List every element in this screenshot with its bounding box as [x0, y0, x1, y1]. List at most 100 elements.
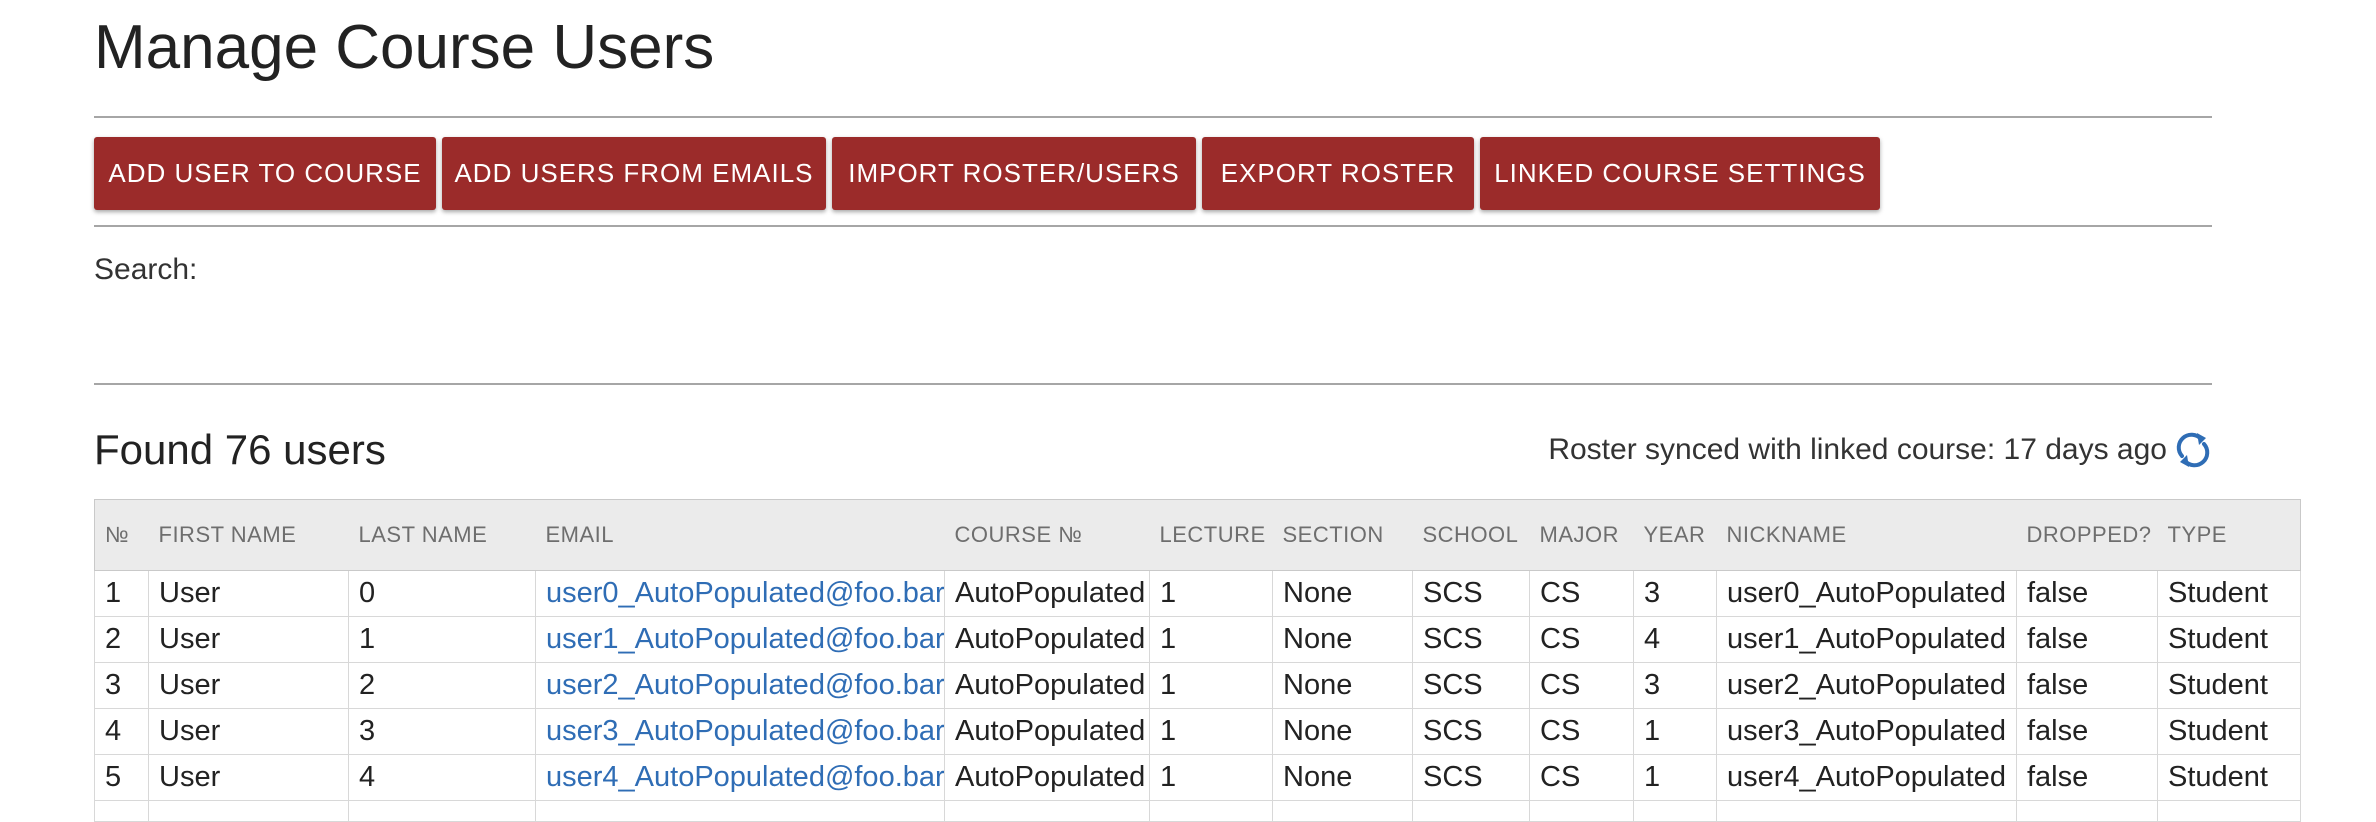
cell-section: None — [1272, 754, 1413, 801]
cell-email: user2_AutoPopulated@foo.bar — [535, 662, 945, 709]
cell-type: Student — [2157, 570, 2301, 617]
cell-course-number: AutoPopulated — [944, 570, 1150, 617]
table-row: 5 User 4 user4_AutoPopulated@foo.bar Aut… — [94, 754, 2301, 801]
column-header-section[interactable]: SECTION — [1272, 499, 1413, 571]
cell-lecture: 1 — [1149, 708, 1273, 755]
column-header-school[interactable]: SCHOOL — [1412, 499, 1530, 571]
column-header-major[interactable]: MAJOR — [1529, 499, 1634, 571]
cell-school: SCS — [1412, 754, 1530, 801]
cell-school: SCS — [1412, 616, 1530, 663]
cell-empty — [148, 800, 349, 822]
cell-major: CS — [1529, 754, 1634, 801]
cell-empty — [1272, 800, 1413, 822]
column-header-dropped[interactable]: DROPPED? — [2016, 499, 2158, 571]
add-user-to-course-button[interactable]: ADD USER TO COURSE — [94, 137, 436, 210]
cell-dropped: false — [2016, 616, 2158, 663]
column-header-type[interactable]: TYPE — [2157, 499, 2301, 571]
cell-number: 4 — [94, 708, 149, 755]
column-header-year[interactable]: YEAR — [1633, 499, 1717, 571]
export-roster-button[interactable]: EXPORT ROSTER — [1202, 137, 1474, 210]
cell-empty — [348, 800, 536, 822]
cell-first-name: User — [148, 662, 349, 709]
refresh-icon[interactable] — [2175, 430, 2211, 470]
cell-year: 4 — [1633, 616, 1717, 663]
cell-type: Student — [2157, 708, 2301, 755]
search-label: Search: — [94, 253, 198, 286]
cell-email: user1_AutoPopulated@foo.bar — [535, 616, 945, 663]
column-header-last-name[interactable]: LAST NAME — [348, 499, 536, 571]
cell-nickname: user0_AutoPopulated — [1716, 570, 2017, 617]
roster-sync-status: Roster synced with linked course: 17 day… — [1548, 430, 2211, 470]
cell-nickname: user1_AutoPopulated — [1716, 616, 2017, 663]
add-users-from-emails-button[interactable]: ADD USERS FROM EMAILS — [442, 137, 826, 210]
cell-lecture: 1 — [1149, 616, 1273, 663]
cell-first-name: User — [148, 708, 349, 755]
email-link[interactable]: user3_AutoPopulated@foo.bar — [546, 715, 944, 747]
results-count-heading: Found 76 users — [94, 426, 386, 473]
cell-type: Student — [2157, 662, 2301, 709]
column-header-nickname[interactable]: NICKNAME — [1716, 499, 2017, 571]
cell-year: 3 — [1633, 570, 1717, 617]
cell-empty — [1529, 800, 1634, 822]
import-roster-users-button[interactable]: IMPORT ROSTER/USERS — [832, 137, 1196, 210]
cell-type: Student — [2157, 616, 2301, 663]
cell-course-number: AutoPopulated — [944, 616, 1150, 663]
column-header-lecture[interactable]: LECTURE — [1149, 499, 1273, 571]
email-link[interactable]: user4_AutoPopulated@foo.bar — [546, 761, 944, 793]
email-link[interactable]: user1_AutoPopulated@foo.bar — [546, 623, 944, 655]
cell-empty — [2016, 800, 2158, 822]
cell-lecture: 1 — [1149, 662, 1273, 709]
table-header-row: № FIRST NAME LAST NAME EMAIL COURSE № LE… — [94, 499, 2301, 571]
email-link[interactable]: user0_AutoPopulated@foo.bar — [546, 577, 944, 609]
cell-school: SCS — [1412, 708, 1530, 755]
cell-dropped: false — [2016, 708, 2158, 755]
cell-major: CS — [1529, 570, 1634, 617]
cell-dropped: false — [2016, 662, 2158, 709]
roster-sync-text: Roster synced with linked course: 17 day… — [1548, 433, 2167, 466]
cell-first-name: User — [148, 570, 349, 617]
cell-year: 3 — [1633, 662, 1717, 709]
column-header-first-name[interactable]: FIRST NAME — [148, 499, 349, 571]
cell-school: SCS — [1412, 662, 1530, 709]
cell-school: SCS — [1412, 570, 1530, 617]
divider — [94, 225, 2212, 227]
cell-section: None — [1272, 570, 1413, 617]
cell-type: Student — [2157, 754, 2301, 801]
cell-number: 5 — [94, 754, 149, 801]
column-header-course-number[interactable]: COURSE № — [944, 499, 1150, 571]
column-header-number[interactable]: № — [94, 499, 149, 571]
cell-last-name: 3 — [348, 708, 536, 755]
cell-nickname: user2_AutoPopulated — [1716, 662, 2017, 709]
cell-dropped: false — [2016, 570, 2158, 617]
cell-empty — [944, 800, 1150, 822]
table-row: 2 User 1 user1_AutoPopulated@foo.bar Aut… — [94, 616, 2301, 663]
cell-number: 2 — [94, 616, 149, 663]
cell-section: None — [1272, 662, 1413, 709]
linked-course-settings-button[interactable]: LINKED COURSE SETTINGS — [1480, 137, 1880, 210]
cell-course-number: AutoPopulated — [944, 662, 1150, 709]
cell-email: user0_AutoPopulated@foo.bar — [535, 570, 945, 617]
cell-empty — [94, 800, 149, 822]
cell-number: 1 — [94, 570, 149, 617]
cell-major: CS — [1529, 662, 1634, 709]
cell-course-number: AutoPopulated — [944, 708, 1150, 755]
cell-email: user4_AutoPopulated@foo.bar — [535, 754, 945, 801]
column-header-email[interactable]: EMAIL — [535, 499, 945, 571]
cell-last-name: 4 — [348, 754, 536, 801]
table-row: 4 User 3 user3_AutoPopulated@foo.bar Aut… — [94, 708, 2301, 755]
cell-major: CS — [1529, 708, 1634, 755]
cell-email: user3_AutoPopulated@foo.bar — [535, 708, 945, 755]
cell-nickname: user3_AutoPopulated — [1716, 708, 2017, 755]
cell-first-name: User — [148, 754, 349, 801]
cell-major: CS — [1529, 616, 1634, 663]
cell-section: None — [1272, 616, 1413, 663]
search-input[interactable] — [200, 248, 804, 290]
cell-dropped: false — [2016, 754, 2158, 801]
cell-lecture: 1 — [1149, 570, 1273, 617]
cell-number: 3 — [94, 662, 149, 709]
table-row-partial — [94, 800, 2301, 822]
cell-last-name: 0 — [348, 570, 536, 617]
email-link[interactable]: user2_AutoPopulated@foo.bar — [546, 669, 944, 701]
cell-nickname: user4_AutoPopulated — [1716, 754, 2017, 801]
cell-section: None — [1272, 708, 1413, 755]
